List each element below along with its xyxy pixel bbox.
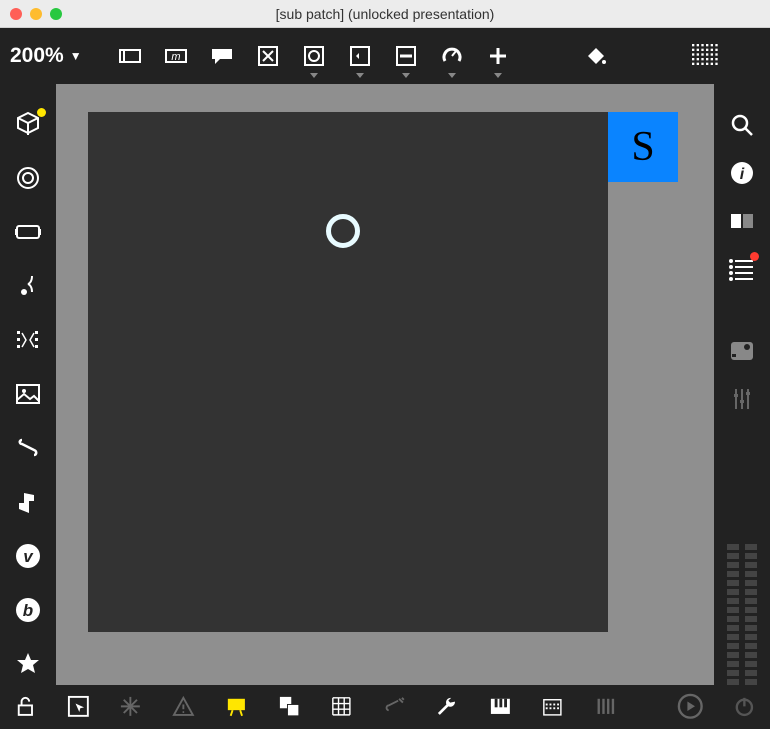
audio-on-icon[interactable] — [677, 693, 704, 721]
dropdown-indicator-icon — [310, 73, 318, 78]
minimize-button[interactable] — [30, 8, 42, 20]
right-sidebar: i — [714, 84, 770, 685]
traffic-lights — [10, 8, 62, 20]
app-frame: 200% ▼ m — [0, 28, 770, 729]
close-button[interactable] — [10, 8, 22, 20]
volume-meter — [727, 434, 757, 685]
dropdown-indicator-icon — [402, 73, 410, 78]
presentation-mode-icon[interactable] — [225, 695, 248, 719]
zoom-dropdown[interactable]: 200% ▼ — [10, 44, 90, 68]
message-box-tool[interactable]: m — [164, 44, 188, 68]
add-object-tool[interactable] — [486, 44, 510, 68]
left-palette: v b — [0, 84, 56, 685]
basic-objects-icon[interactable] — [14, 110, 42, 138]
dropdown-indicator-icon — [494, 73, 502, 78]
titlebar: [sub patch] (unlocked presentation) — [0, 0, 770, 28]
max-for-live-icon[interactable] — [14, 488, 42, 516]
color-tool[interactable] — [584, 44, 608, 68]
audio-objects-icon[interactable] — [14, 272, 42, 300]
format-icon[interactable] — [729, 208, 755, 234]
snapshot-button[interactable]: S — [608, 112, 678, 182]
toggle-tool[interactable] — [256, 44, 280, 68]
calendar-icon[interactable] — [541, 695, 564, 719]
console-icon[interactable] — [729, 338, 755, 364]
number-box-tool[interactable] — [348, 44, 372, 68]
svg-text:m: m — [171, 51, 180, 63]
inspector-icon[interactable]: i — [729, 160, 755, 186]
ui-objects-icon[interactable] — [14, 164, 42, 192]
svg-text:i: i — [740, 166, 745, 183]
notification-dot-icon — [750, 252, 759, 261]
beap-icon[interactable]: b — [14, 596, 42, 624]
caret-down-icon: ▼ — [70, 49, 82, 63]
data-objects-icon[interactable] — [14, 326, 42, 354]
button-tool[interactable] — [302, 44, 326, 68]
clue-icon[interactable] — [729, 256, 755, 282]
comment-tool[interactable] — [210, 44, 234, 68]
button-object[interactable] — [326, 214, 368, 256]
meter-icon[interactable] — [594, 695, 617, 719]
dial-tool[interactable] — [440, 44, 464, 68]
lock-icon[interactable] — [14, 695, 37, 719]
reference-icon[interactable] — [729, 386, 755, 412]
files-icon[interactable] — [14, 434, 42, 462]
patch-canvas[interactable]: S — [88, 112, 608, 632]
grid-palette-tool[interactable] — [692, 44, 720, 68]
slider-tool[interactable] — [394, 44, 418, 68]
search-icon[interactable] — [729, 112, 755, 138]
button-ring-icon — [326, 214, 360, 248]
freeze-icon[interactable] — [119, 695, 142, 719]
snapshot-label: S — [631, 123, 654, 171]
jitter-objects-icon[interactable] — [14, 218, 42, 246]
snap-icon[interactable] — [383, 695, 406, 719]
window-title: [sub patch] (unlocked presentation) — [0, 6, 770, 22]
toolbar-bottom — [0, 685, 770, 729]
power-icon[interactable] — [733, 695, 756, 719]
svg-text:b: b — [23, 601, 33, 620]
piano-icon[interactable] — [489, 695, 512, 719]
maximize-button[interactable] — [50, 8, 62, 20]
workspace[interactable]: S — [56, 84, 714, 685]
svg-text:v: v — [23, 547, 34, 566]
images-icon[interactable] — [14, 380, 42, 408]
object-box-tool[interactable] — [118, 44, 142, 68]
wrench-icon[interactable] — [436, 695, 459, 719]
zoom-label: 200% — [10, 44, 64, 68]
favorites-icon[interactable] — [14, 650, 42, 678]
notification-dot-icon — [37, 108, 46, 117]
grid-icon[interactable] — [330, 695, 353, 719]
toolbar-top: 200% ▼ m — [0, 28, 770, 84]
dropdown-indicator-icon — [356, 73, 364, 78]
new-view-icon[interactable] — [278, 695, 301, 719]
select-icon[interactable] — [67, 695, 90, 719]
debug-icon[interactable] — [172, 695, 195, 719]
vizzie-icon[interactable]: v — [14, 542, 42, 570]
dropdown-indicator-icon — [448, 73, 456, 78]
